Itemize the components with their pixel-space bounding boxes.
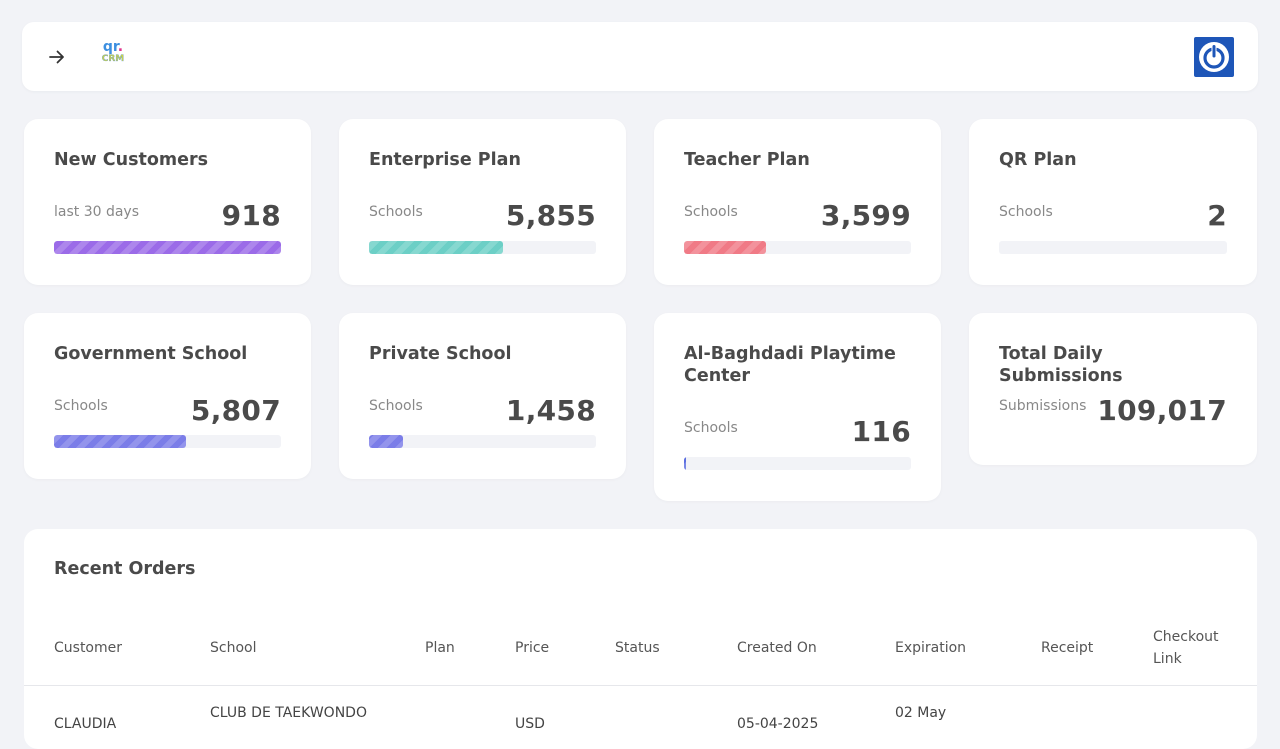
recent-orders-panel: Recent Orders Customer School Plan Price… xyxy=(24,529,1257,749)
progress-bar-fill xyxy=(684,241,766,254)
stat-card-subtitle: Schools xyxy=(369,204,423,220)
stat-card-new-customers: New Customers last 30 days 918 xyxy=(24,119,311,285)
stat-card-subtitle: Submissions xyxy=(999,398,1087,414)
progress-bar xyxy=(54,241,281,254)
stat-card-al-baghdadi-playtime-center: Al-Baghdadi Playtime Center Schools 116 xyxy=(654,313,941,501)
stat-card-government-school: Government School Schools 5,807 xyxy=(24,313,311,479)
arrow-right-icon xyxy=(49,50,64,64)
stat-card-enterprise-plan: Enterprise Plan Schools 5,855 xyxy=(339,119,626,285)
progress-bar xyxy=(684,241,911,254)
progress-bar xyxy=(54,435,281,448)
stat-card-value: 1,458 xyxy=(505,394,596,427)
power-icon xyxy=(1199,42,1229,72)
stat-card-title: Enterprise Plan xyxy=(369,150,521,170)
column-header-status[interactable]: Status xyxy=(615,637,660,659)
stat-card-title: Government School xyxy=(54,344,248,364)
table-header-divider xyxy=(24,685,1257,686)
cell-school: CLUB DE TAEKWONDO xyxy=(210,705,367,721)
logo-qr-text: qr xyxy=(102,39,118,55)
progress-bar-fill xyxy=(54,435,186,448)
stat-card-value: 116 xyxy=(851,415,911,448)
stat-card-subtitle: Schools xyxy=(684,204,738,220)
column-header-checkout-link[interactable]: Checkout Link xyxy=(1153,626,1233,670)
progress-bar xyxy=(999,241,1227,254)
progress-bar xyxy=(369,435,596,448)
column-header-price[interactable]: Price xyxy=(515,637,549,659)
stat-card-value: 3,599 xyxy=(820,199,911,232)
recent-orders-title: Recent Orders xyxy=(54,559,196,579)
column-header-created-on[interactable]: Created On xyxy=(737,637,817,659)
stat-card-value: 918 xyxy=(221,199,281,232)
cell-price: USD xyxy=(515,716,545,732)
stat-card-value: 2 xyxy=(1207,199,1227,232)
stat-card-value: 109,017 xyxy=(1097,394,1227,427)
stat-card-title: Teacher Plan xyxy=(684,150,810,170)
column-header-plan[interactable]: Plan xyxy=(425,637,455,659)
stat-card-qr-plan: QR Plan Schools 2 xyxy=(969,119,1257,285)
stat-card-title: Private School xyxy=(369,344,512,364)
column-header-expiration[interactable]: Expiration xyxy=(895,637,966,659)
stat-card-title: QR Plan xyxy=(999,150,1077,170)
progress-bar-fill xyxy=(369,435,404,448)
logo-dot: . xyxy=(117,39,124,55)
stat-card-teacher-plan: Teacher Plan Schools 3,599 xyxy=(654,119,941,285)
stat-card-subtitle: Schools xyxy=(684,420,738,436)
stat-card-subtitle: last 30 days xyxy=(54,204,140,220)
progress-bar-fill xyxy=(684,457,687,470)
app-logo[interactable]: qr. CRM xyxy=(98,40,128,72)
progress-bar-fill xyxy=(54,241,281,254)
sidebar-toggle-button[interactable] xyxy=(44,44,70,70)
stat-card-value: 5,807 xyxy=(190,394,281,427)
progress-bar xyxy=(684,457,911,470)
logo-crm-text: CRM xyxy=(101,54,125,64)
progress-bar-fill xyxy=(369,241,503,254)
stat-card-title: Total Daily Submissions xyxy=(999,344,1123,386)
stat-card-title: Al-Baghdadi Playtime Center xyxy=(684,344,896,386)
column-header-receipt[interactable]: Receipt xyxy=(1041,637,1093,659)
stat-card-subtitle: Schools xyxy=(369,398,423,414)
stat-card-subtitle: Schools xyxy=(54,398,108,414)
stat-card-total-daily-submissions: Total Daily Submissions Submissions 109,… xyxy=(969,313,1257,465)
logout-button[interactable] xyxy=(1194,37,1234,77)
progress-bar xyxy=(369,241,596,254)
stat-card-private-school: Private School Schools 1,458 xyxy=(339,313,626,479)
stat-card-title: New Customers xyxy=(54,150,209,170)
column-header-customer[interactable]: Customer xyxy=(54,637,122,659)
column-header-school[interactable]: School xyxy=(210,637,256,659)
stat-card-value: 5,855 xyxy=(505,199,596,232)
cell-customer: CLAUDIA xyxy=(54,716,117,732)
cell-created-on: 05-04-2025 xyxy=(737,716,819,732)
stat-card-subtitle: Schools xyxy=(999,204,1053,220)
top-bar xyxy=(22,22,1258,91)
cell-expiration: 02 May xyxy=(895,705,947,721)
